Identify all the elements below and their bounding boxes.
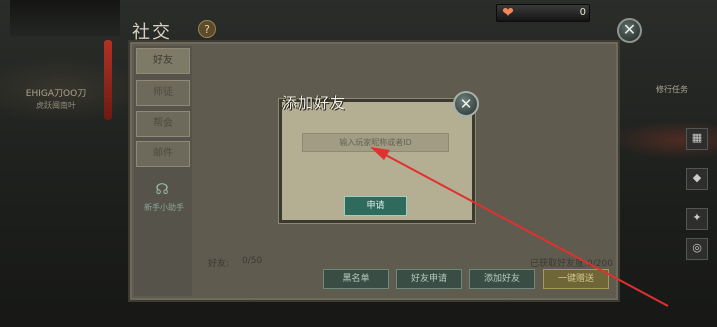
help-icon[interactable]: ?	[198, 20, 216, 38]
bag-icon[interactable]: ◆	[686, 168, 708, 190]
friend-count-value: 0/50	[242, 256, 263, 266]
helper-label[interactable]: 新手小助手	[139, 202, 189, 214]
right-sidebar-icons: ▦ ◆ ✦ ◎	[686, 128, 708, 260]
grid-menu-icon[interactable]: ▦	[686, 128, 708, 150]
player-name: EHIGA刀OO刀	[25, 89, 87, 99]
friend-count-label: 好友:	[208, 259, 230, 269]
map-icon[interactable]: ◎	[686, 238, 708, 260]
close-icon[interactable]: ✕	[617, 18, 642, 43]
tab-friends[interactable]: 好友	[136, 48, 190, 74]
tab-guild[interactable]: 帮会	[136, 111, 190, 137]
tab-master[interactable]: 师徒	[136, 80, 190, 106]
dialog-close-icon[interactable]: ✕	[453, 91, 479, 117]
player-subtitle: 虎跃闽南叶	[36, 101, 76, 110]
panel-title: 社交	[132, 22, 172, 43]
player-hud	[10, 0, 120, 36]
quest-tracker-text[interactable]: 修行任务	[652, 84, 692, 114]
tab-mail[interactable]: 邮件	[136, 141, 190, 167]
tassel-ornament	[104, 40, 112, 120]
dialog-title: 添加好友	[282, 94, 347, 112]
player-id-input[interactable]	[302, 133, 449, 152]
gift-all-button[interactable]: 一键赠送	[543, 269, 609, 289]
headset-icon[interactable]: ☊	[151, 179, 173, 199]
settings-icon[interactable]: ✦	[686, 208, 708, 230]
apply-button[interactable]: 申请	[344, 196, 407, 216]
blacklist-button[interactable]: 黑名单	[323, 269, 389, 289]
heart-currency-value: 0	[579, 7, 586, 18]
friend-request-button[interactable]: 好友申请	[396, 269, 462, 289]
received-affinity-label: 已获取好友度:0/200	[530, 259, 613, 268]
add-friend-button[interactable]: 添加好友	[469, 269, 535, 289]
heart-icon: ❤	[502, 5, 514, 21]
